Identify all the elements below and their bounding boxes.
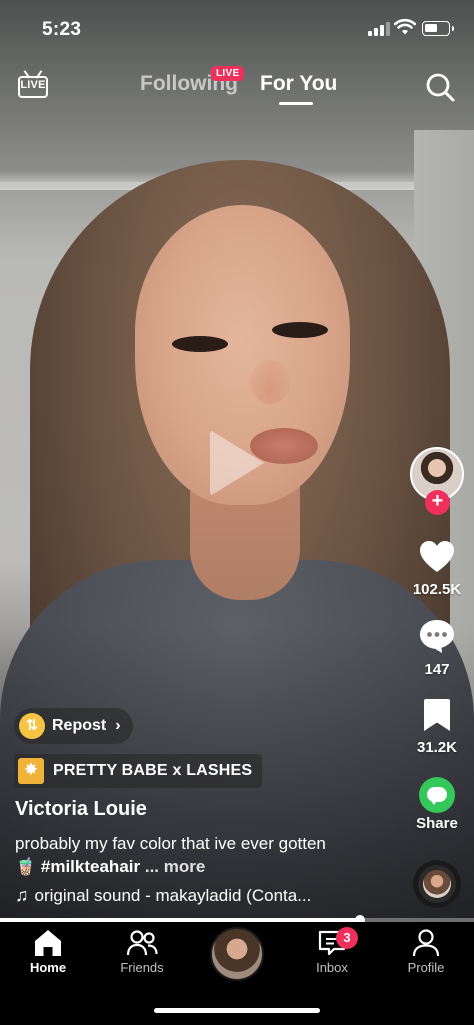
like-button[interactable]: 102.5K: [406, 540, 468, 598]
creator-username[interactable]: Victoria Louie: [15, 798, 147, 821]
effect-sparkle-icon: [18, 758, 44, 784]
comment-count: 147: [424, 661, 450, 678]
live-button[interactable]: LIVE: [16, 68, 52, 102]
comment-icon: [420, 620, 454, 653]
status-bar: 5:23: [0, 0, 474, 60]
repost-label: Repost: [52, 717, 107, 734]
sound-link[interactable]: ♫ original sound - makayladid (Conta...: [15, 885, 311, 906]
tab-friends[interactable]: Friends: [102, 928, 182, 975]
share-label: Share: [416, 815, 458, 832]
tab-home[interactable]: Home: [8, 928, 88, 975]
video-caption[interactable]: probably my fav color that ive ever gott…: [15, 832, 345, 878]
caption-more-link[interactable]: ... more: [140, 857, 205, 876]
search-icon[interactable]: [424, 71, 456, 103]
status-time: 5:23: [42, 19, 82, 40]
repost-button[interactable]: Repost ›: [14, 708, 133, 744]
tab-profile-label: Profile: [407, 960, 445, 975]
tab-home-label: Home: [29, 960, 67, 975]
favorite-button[interactable]: 31.2K: [406, 698, 468, 756]
comment-button[interactable]: 147: [406, 618, 468, 678]
share-button[interactable]: Share: [406, 777, 468, 832]
like-count: 102.5K: [412, 581, 462, 598]
bookmark-icon: [424, 699, 450, 731]
follow-plus-button[interactable]: +: [425, 490, 450, 515]
effect-label: PRETTY BABE x LASHES: [53, 762, 253, 779]
friends-icon: [126, 930, 158, 956]
caption-hashtag[interactable]: #milkteahair: [41, 857, 140, 876]
inbox-badge: 3: [336, 927, 358, 949]
active-tab-indicator: [279, 102, 313, 105]
chevron-right-icon: ›: [115, 717, 121, 734]
profile-icon: [412, 929, 440, 957]
battery-icon: [422, 21, 454, 36]
play-icon[interactable]: [210, 430, 264, 496]
tab-inbox-label: Inbox: [316, 960, 348, 975]
video-right-eye: [272, 322, 328, 338]
video-nose: [250, 360, 290, 404]
video-left-eye: [172, 336, 228, 352]
home-indicator: [154, 1008, 320, 1013]
sound-title: original sound - makayladid (Conta...: [34, 885, 312, 905]
music-note-icon: ♫: [15, 885, 29, 905]
live-icon-label: LIVE: [20, 79, 46, 91]
repost-icon: [19, 713, 45, 739]
cellular-signal-icon: [368, 22, 390, 36]
effect-chip[interactable]: PRETTY BABE x LASHES: [14, 754, 263, 788]
tab-profile[interactable]: Profile: [386, 928, 466, 975]
tab-for-you[interactable]: For You: [260, 72, 337, 96]
wifi-icon: [394, 18, 416, 35]
favorite-count: 31.2K: [416, 739, 458, 756]
battery-fill: [425, 24, 437, 32]
create-avatar-button[interactable]: [210, 927, 264, 981]
home-icon: [35, 930, 61, 956]
sound-disc-icon[interactable]: [413, 860, 461, 908]
tab-inbox[interactable]: Inbox: [292, 928, 372, 975]
heart-icon: [420, 541, 454, 572]
tab-friends-label: Friends: [120, 960, 164, 975]
following-live-badge: LIVE: [211, 66, 245, 81]
share-icon: [419, 777, 455, 813]
